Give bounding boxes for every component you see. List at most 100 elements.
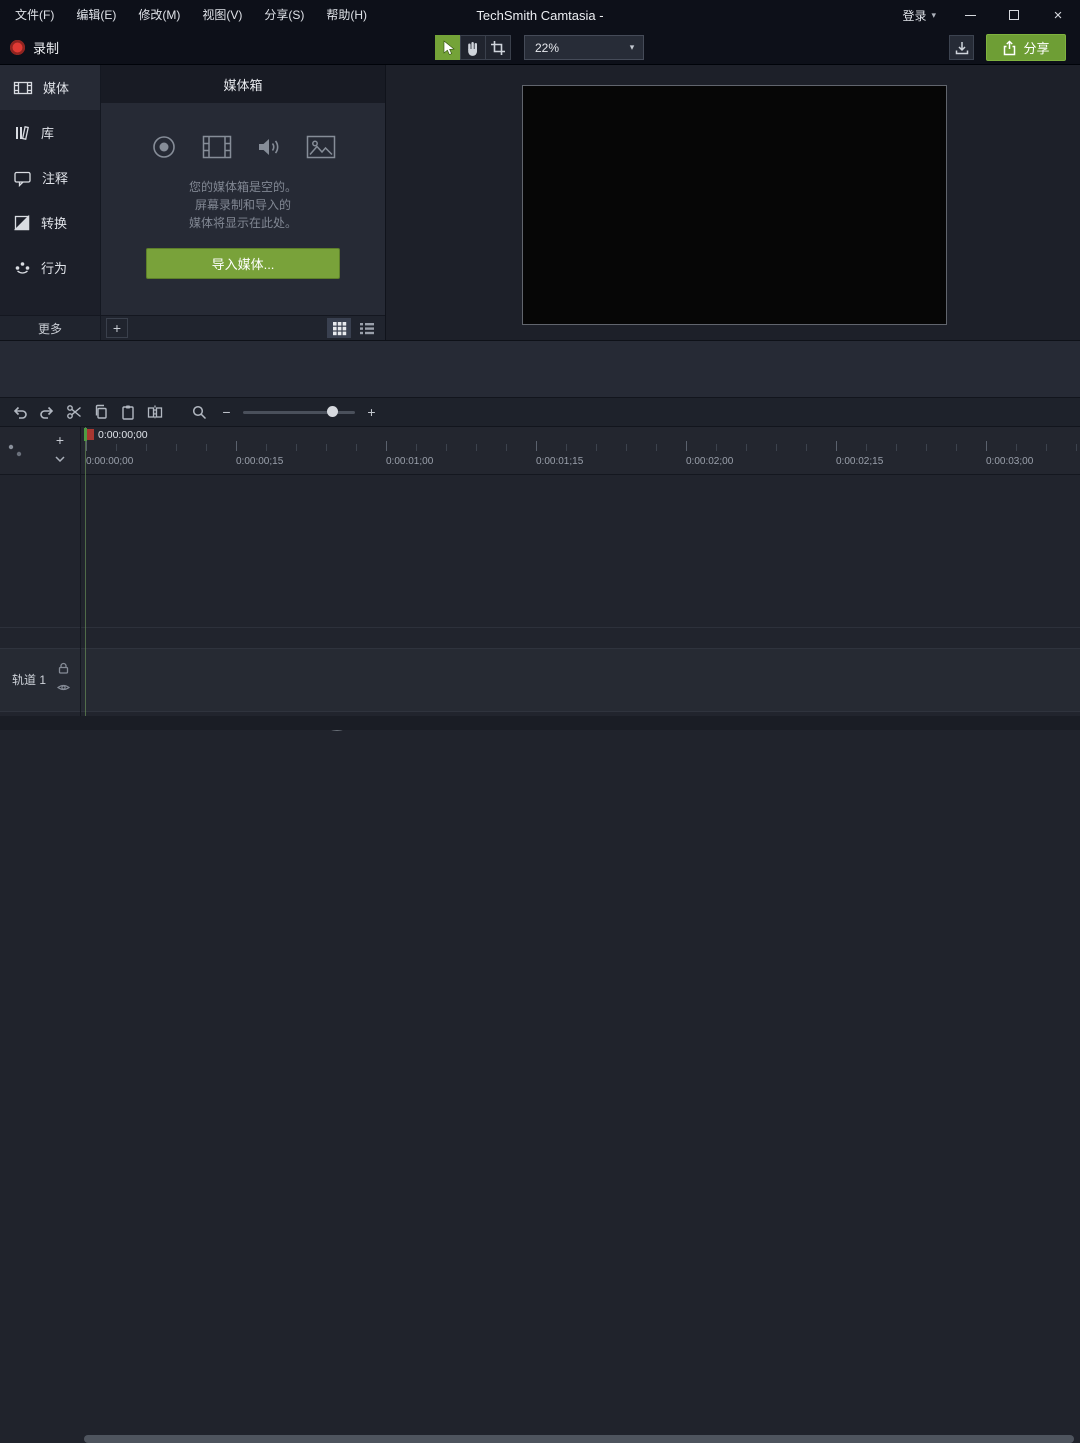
add-track-button[interactable]: + xyxy=(50,431,70,448)
share-label: 分享 xyxy=(1023,38,1049,57)
annotation-icon xyxy=(13,169,32,187)
pan-tool-button[interactable] xyxy=(460,35,486,60)
menu-edit[interactable]: 编辑(E) xyxy=(65,0,127,30)
share-icon xyxy=(1002,40,1017,56)
menu-modify[interactable]: 修改(M) xyxy=(127,0,191,30)
redo-icon xyxy=(38,403,56,421)
add-media-button[interactable]: + xyxy=(106,318,128,338)
playhead-time-label: 0:00:00;00 xyxy=(98,429,148,441)
login-menu[interactable]: 登录 ▾ xyxy=(890,7,948,24)
more-label: 更多 xyxy=(38,320,62,337)
camtasia-window: 文件(F) 编辑(E) 修改(M) 视图(V) 分享(S) 帮助(H) Tech… xyxy=(0,0,1080,730)
track-lock-button[interactable] xyxy=(58,662,69,674)
behavior-icon xyxy=(13,259,31,277)
canvas-tools xyxy=(435,35,510,60)
minimize-button[interactable] xyxy=(948,0,992,30)
import-media-button[interactable]: 导入媒体... xyxy=(146,248,340,279)
list-view-button[interactable] xyxy=(355,318,379,338)
canvas-area[interactable] xyxy=(385,65,1080,340)
menu-view[interactable]: 视图(V) xyxy=(191,0,253,30)
download-icon xyxy=(954,40,970,56)
preview-stage[interactable] xyxy=(522,85,947,325)
share-button[interactable]: 分享 xyxy=(986,34,1066,61)
sidebar-item-media[interactable]: 媒体 xyxy=(0,65,100,110)
export-local-button[interactable] xyxy=(949,35,974,60)
close-button[interactable]: × xyxy=(1036,0,1080,30)
media-bin-title: 媒体箱 xyxy=(101,65,385,103)
maximize-icon xyxy=(1009,10,1019,20)
film-strip-icon xyxy=(202,135,232,159)
zoom-slider-track xyxy=(243,411,355,414)
plus-icon: + xyxy=(113,320,121,336)
speaker-icon xyxy=(256,134,282,160)
ruler-timestamp: 0:00:03;00 xyxy=(986,456,1033,467)
ruler-timestamp: 0:00:01;00 xyxy=(386,456,433,467)
timeline-ruler[interactable]: 0:00:00;00 0:00:00;15 0:00:01;00 0:00:01… xyxy=(80,427,1080,475)
sidebar-item-label: 媒体 xyxy=(43,78,69,97)
media-icon xyxy=(13,79,33,97)
menu-file[interactable]: 文件(F) xyxy=(4,0,65,30)
track-1-label: 轨道 1 xyxy=(12,649,46,711)
playback-bar: 00:00 / 00:00 30 fps ⚙ 属性 xyxy=(0,340,1080,397)
sidebar-item-library[interactable]: 库 xyxy=(0,110,100,155)
zoom-slider-thumb[interactable] xyxy=(327,406,338,417)
gutter-divider xyxy=(80,427,81,716)
cursor-tool-button[interactable] xyxy=(435,35,461,60)
record-button[interactable]: 录制 xyxy=(10,35,59,60)
copy-button[interactable] xyxy=(87,400,114,424)
paste-button[interactable] xyxy=(114,400,141,424)
sidebar-more-button[interactable]: 更多 xyxy=(0,315,100,340)
zoom-level-select[interactable]: 22% ▾ xyxy=(524,35,644,60)
chevron-down-icon: ▾ xyxy=(931,10,936,21)
playhead-line[interactable] xyxy=(85,427,86,716)
timeline-zoom-slider[interactable] xyxy=(243,400,355,424)
paste-icon xyxy=(119,403,137,421)
hand-icon xyxy=(465,39,481,56)
cut-button[interactable] xyxy=(60,400,87,424)
sidebar-item-label: 转换 xyxy=(41,213,67,232)
login-label: 登录 xyxy=(902,7,926,24)
ruler-tick xyxy=(536,441,537,451)
ruler-timestamp: 0:00:00;15 xyxy=(236,456,283,467)
plus-icon: + xyxy=(367,405,375,419)
track-1-lane[interactable]: 轨道 1 xyxy=(0,648,1080,712)
timeline-scrollbar[interactable] xyxy=(0,716,1080,730)
sidebar-item-behaviors[interactable]: 行为 xyxy=(0,245,100,290)
record-circle-icon xyxy=(150,133,178,161)
ruler-tick xyxy=(986,441,987,451)
undo-button[interactable] xyxy=(6,400,33,424)
media-bin-empty-icons xyxy=(101,133,385,161)
sidebar-item-annotations[interactable]: 注释 xyxy=(0,155,100,200)
grid-view-icon xyxy=(332,321,347,336)
track-options-button[interactable] xyxy=(52,452,68,466)
sidebar-item-label: 行为 xyxy=(41,258,67,277)
ruler-timestamp: 0:00:01;15 xyxy=(536,456,583,467)
menu-share[interactable]: 分享(S) xyxy=(253,0,315,30)
maximize-button[interactable] xyxy=(992,0,1036,30)
split-icon xyxy=(146,403,164,421)
copy-icon xyxy=(92,403,110,421)
ruler-tick xyxy=(86,441,87,451)
grid-view-button[interactable] xyxy=(327,318,351,338)
crop-tool-button[interactable] xyxy=(485,35,511,60)
menu-help[interactable]: 帮助(H) xyxy=(315,0,378,30)
edit-toolbar: − + xyxy=(0,397,1080,427)
image-icon xyxy=(306,135,336,159)
lock-icon xyxy=(58,662,69,674)
split-button[interactable] xyxy=(141,400,168,424)
sidebar-item-transitions[interactable]: 转换 xyxy=(0,200,100,245)
crop-icon xyxy=(490,40,506,56)
playhead-marker[interactable] xyxy=(87,429,94,440)
timeline-scrollbar-thumb[interactable] xyxy=(84,1435,1074,1443)
zoom-out-button[interactable]: − xyxy=(213,400,240,424)
timeline-gutter-header: + xyxy=(0,427,80,475)
titlebar-right: 登录 ▾ × xyxy=(890,0,1080,30)
chevron-down-icon xyxy=(55,456,65,462)
redo-button[interactable] xyxy=(33,400,60,424)
track-hide-button[interactable] xyxy=(57,683,70,692)
zoom-in-button[interactable]: + xyxy=(358,400,385,424)
timeline-zoom-button[interactable] xyxy=(186,400,213,424)
media-bin-footer: + xyxy=(100,315,385,340)
magnifier-icon xyxy=(191,404,208,421)
ruler-timestamp: 0:00:00;00 xyxy=(86,456,133,467)
